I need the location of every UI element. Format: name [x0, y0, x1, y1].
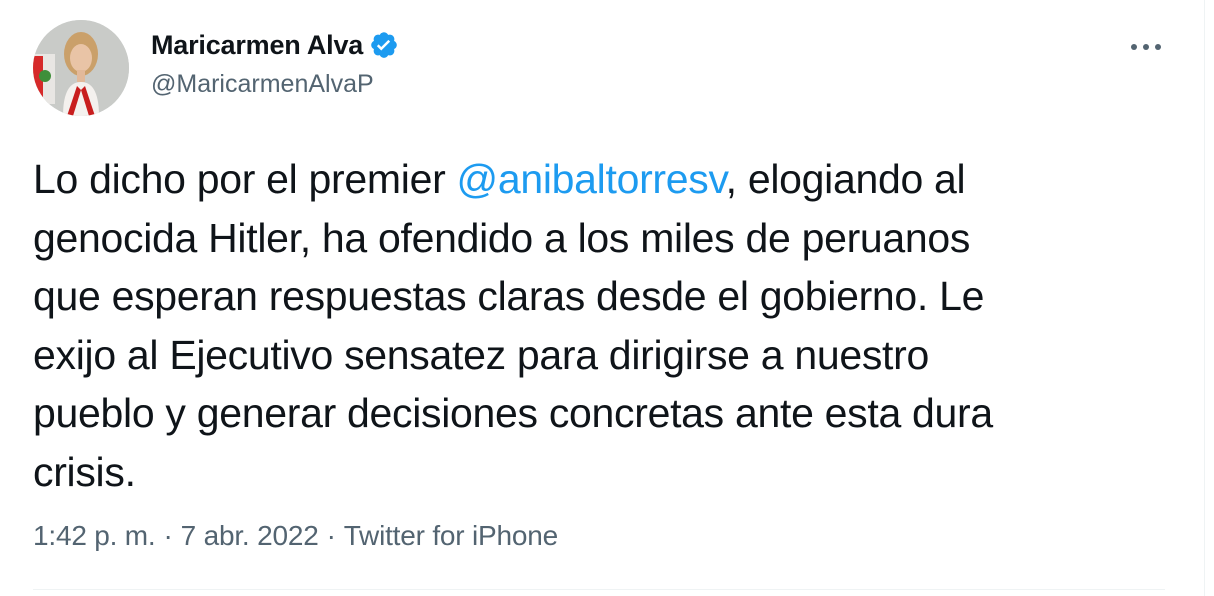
- name-row: Maricarmen Alva: [151, 28, 399, 62]
- divider: [33, 589, 1165, 590]
- tweet-text-line: genocida Hitler, ha ofendido a los miles…: [33, 214, 971, 261]
- tweet-time[interactable]: 1:42 p. m.: [33, 520, 156, 552]
- tweet-text-line: pueblo y generar decisiones concretas an…: [33, 390, 993, 436]
- handle[interactable]: @MaricarmenAlvaP: [151, 70, 399, 99]
- avatar[interactable]: [33, 20, 129, 116]
- right-border: [1204, 0, 1214, 596]
- meta-separator: ·: [326, 520, 336, 551]
- more-options-icon: [1131, 44, 1161, 50]
- display-name[interactable]: Maricarmen Alva: [151, 30, 363, 61]
- verified-badge-icon: [369, 30, 399, 60]
- tweet-text: Lo dicho por el premier @anibaltorresv, …: [33, 150, 1163, 501]
- avatar-photo: [33, 20, 129, 116]
- tweet-meta: 1:42 p. m. · 7 abr. 2022 · Twitter for i…: [33, 520, 558, 552]
- tweet-text-line: exijo al Ejecutivo sensatez para dirigir…: [33, 331, 929, 378]
- tweet-date[interactable]: 7 abr. 2022: [181, 520, 319, 552]
- tweet-card: Maricarmen Alva @MaricarmenAlvaP Lo dich…: [0, 0, 1214, 596]
- text-segment: , elogiando al: [725, 156, 966, 202]
- meta-separator: ·: [163, 520, 173, 551]
- tweet-source[interactable]: Twitter for iPhone: [344, 520, 558, 552]
- mention-link[interactable]: @anibaltorresv: [457, 156, 726, 202]
- tweet-text-line: que esperan respuestas claras desde el g…: [33, 273, 985, 319]
- tweet-text-line: Lo dicho por el premier @anibaltorresv, …: [33, 150, 1163, 209]
- author-block: Maricarmen Alva @MaricarmenAlvaP: [151, 28, 399, 99]
- text-segment: Lo dicho por el premier: [33, 156, 457, 202]
- more-options-button[interactable]: [1126, 30, 1166, 64]
- tweet-text-line: crisis.: [33, 448, 136, 495]
